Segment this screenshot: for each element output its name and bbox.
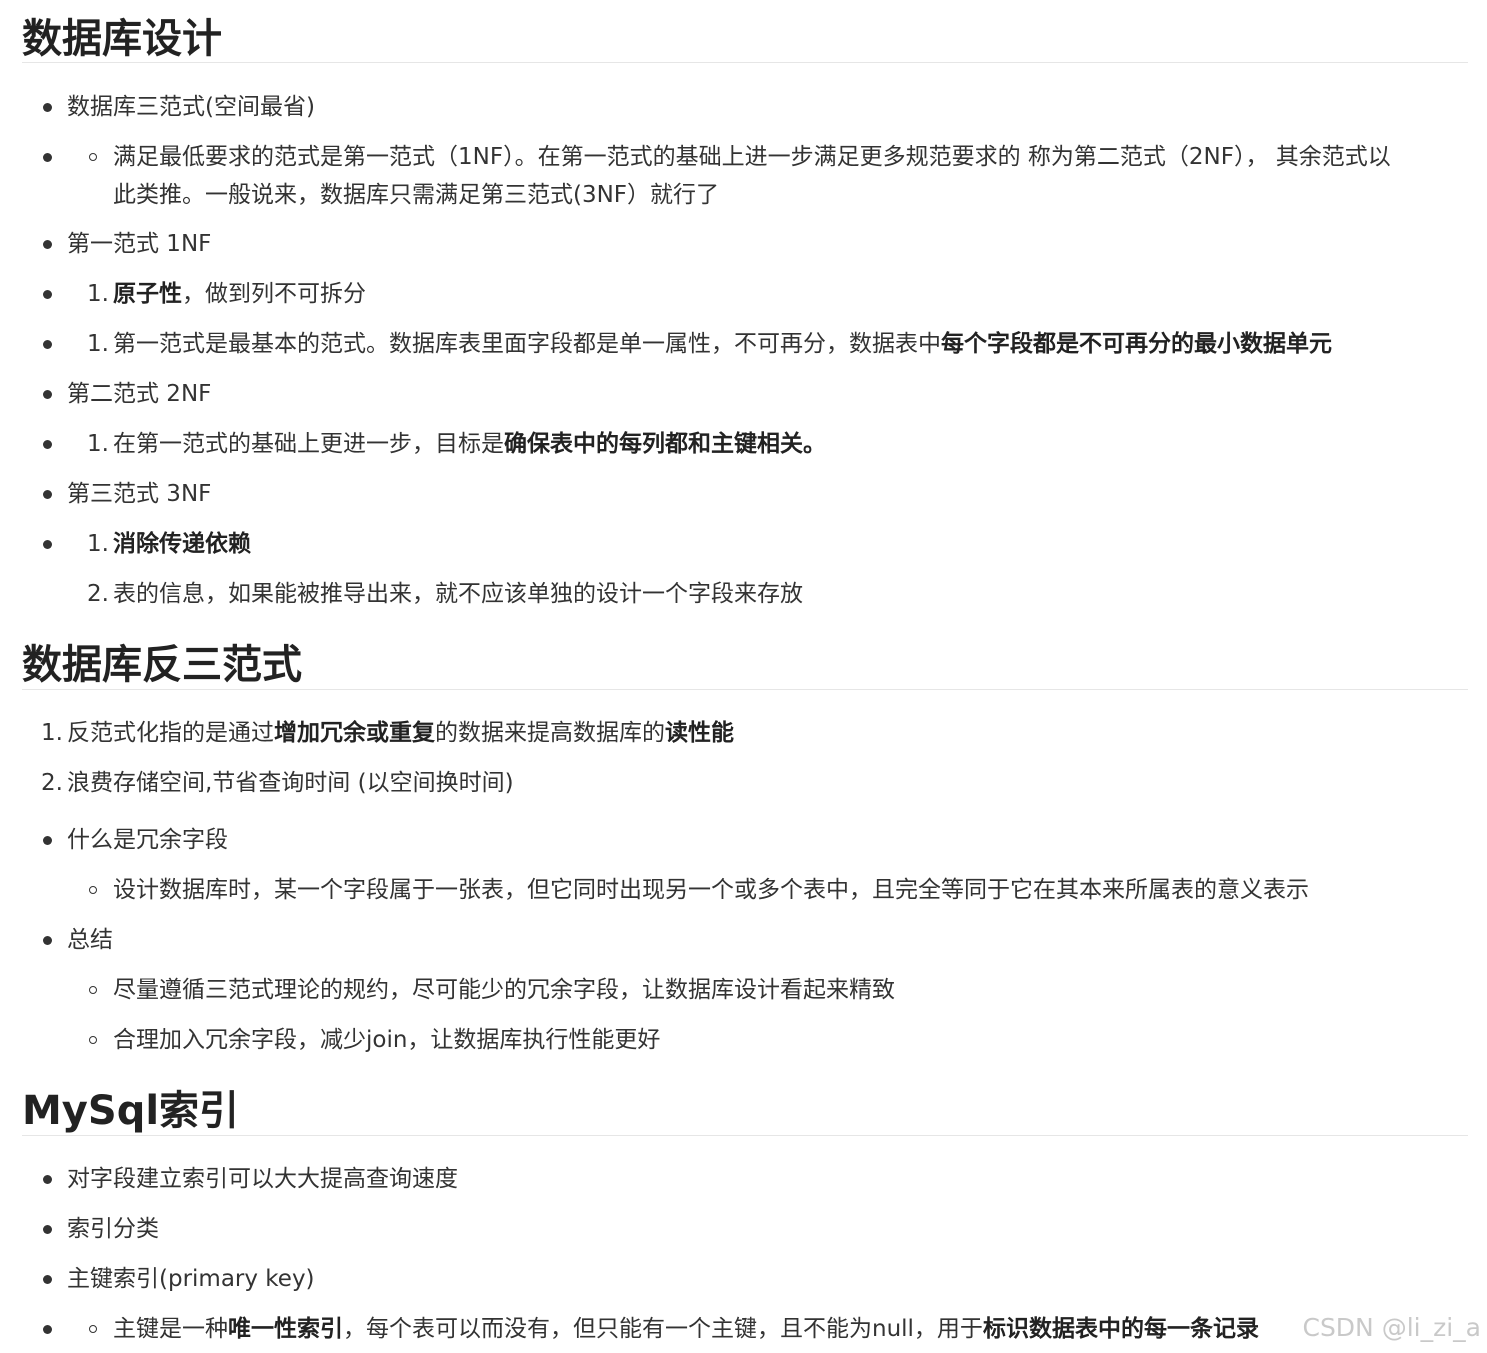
bold-text: 确保表中的每列都和主键相关。 xyxy=(504,431,826,457)
bullet-icon xyxy=(43,390,52,399)
text: 第一范式是最基本的范式。数据库表里面字段都是单一属性，不可再分，数据表中 xyxy=(113,331,941,357)
bullet-icon xyxy=(43,103,52,112)
circle-bullet-icon xyxy=(89,886,97,894)
list-item: 总结 xyxy=(67,927,113,953)
text: ，每个表可以而没有，但只能有一个主键，且不能为null，用于 xyxy=(343,1316,983,1342)
list-item: 合理加入冗余字段，减少join，让数据库执行性能更好 xyxy=(113,1027,661,1053)
list-number: 2. xyxy=(41,770,63,796)
list-item: 反范式化指的是通过增加冗余或重复的数据来提高数据库的读性能 xyxy=(67,718,734,748)
circle-bullet-icon xyxy=(89,1325,97,1333)
list-item: 主键索引(primary key) xyxy=(67,1266,315,1292)
text: 的数据来提高数据库的 xyxy=(435,720,665,746)
list-item: 第一范式 1NF xyxy=(67,231,212,257)
bold-text: 读性能 xyxy=(665,720,734,746)
bullet-icon xyxy=(43,290,52,299)
bold-text: 每个字段都是不可再分的最小数据单元 xyxy=(941,331,1332,357)
list-item: 数据库三范式(空间最省) xyxy=(67,94,315,120)
bullet-icon xyxy=(43,440,52,449)
bullet-icon xyxy=(43,340,52,349)
list-item-continuation: 此类推。一般说来，数据库只需满足第三范式(3NF）就行了 xyxy=(113,182,720,208)
list-item: 设计数据库时，某一个字段属于一张表，但它同时出现另一个或多个表中，且完全等同于它… xyxy=(113,877,1309,903)
list-number: 1. xyxy=(41,720,63,746)
bullet-icon xyxy=(43,490,52,499)
bold-text: 增加冗余或重复 xyxy=(274,720,435,746)
list-item: 第一范式是最基本的范式。数据库表里面字段都是单一属性，不可再分，数据表中每个字段… xyxy=(113,329,1332,359)
bullet-icon xyxy=(43,1225,52,1234)
list-item: 在第一范式的基础上更进一步，目标是确保表中的每列都和主键相关。 xyxy=(113,429,826,459)
bold-text: 唯一性索引 xyxy=(228,1316,343,1342)
list-item: 主键是一种唯一性索引，每个表可以而没有，但只能有一个主键，且不能为null，用于… xyxy=(113,1314,1259,1344)
list-number: 1. xyxy=(87,331,109,357)
bullet-icon xyxy=(43,240,52,249)
list-item: 满足最低要求的范式是第一范式（1NF）。在第一范式的基础上进一步满足更多规范要求… xyxy=(113,144,1391,170)
bold-text: 标识数据表中的每一条记录 xyxy=(982,1316,1259,1342)
list-item: 第二范式 2NF xyxy=(67,381,212,407)
bullet-icon xyxy=(43,836,52,845)
bullet-icon xyxy=(43,936,52,945)
heading-denormalization: 数据库反三范式 xyxy=(22,640,1468,690)
bullet-icon xyxy=(43,1325,52,1334)
text: 在第一范式的基础上更进一步，目标是 xyxy=(113,431,504,457)
list-item: 第三范式 3NF xyxy=(67,481,212,507)
list-item: 索引分类 xyxy=(67,1216,159,1242)
text: 主键是一种 xyxy=(113,1316,228,1342)
list-number: 1. xyxy=(87,431,109,457)
list-item: 表的信息，如果能被推导出来，就不应该单独的设计一个字段来存放 xyxy=(113,581,803,607)
text: 反范式化指的是通过 xyxy=(67,720,274,746)
list-number: 1. xyxy=(87,281,109,307)
list-item: 尽量遵循三范式理论的规约，尽可能少的冗余字段，让数据库设计看起来精致 xyxy=(113,977,895,1003)
bold-text: 原子性 xyxy=(113,281,182,307)
watermark: CSDN @li_zi_a xyxy=(1302,1313,1481,1342)
list-item: 对字段建立索引可以大大提高查询速度 xyxy=(67,1166,458,1192)
heading-database-design: 数据库设计 xyxy=(22,14,1468,63)
list-number: 1. xyxy=(87,531,109,557)
bullet-icon xyxy=(43,540,52,549)
bullet-icon xyxy=(43,153,52,162)
circle-bullet-icon xyxy=(89,986,97,994)
text: ，做到列不可拆分 xyxy=(182,281,366,307)
circle-bullet-icon xyxy=(89,1036,97,1044)
circle-bullet-icon xyxy=(89,153,97,161)
list-number: 2. xyxy=(87,581,109,607)
bullet-icon xyxy=(43,1275,52,1284)
bullet-icon xyxy=(43,1175,52,1184)
list-item: 原子性，做到列不可拆分 xyxy=(113,279,366,309)
list-item: 浪费存储空间,节省查询时间 (以空间换时间) xyxy=(67,770,514,796)
bold-text: 消除传递依赖 xyxy=(113,531,251,557)
list-item: 什么是冗余字段 xyxy=(67,827,228,853)
heading-mysql-index: MySql索引 xyxy=(22,1086,1468,1136)
list-item: 消除传递依赖 xyxy=(113,529,251,559)
